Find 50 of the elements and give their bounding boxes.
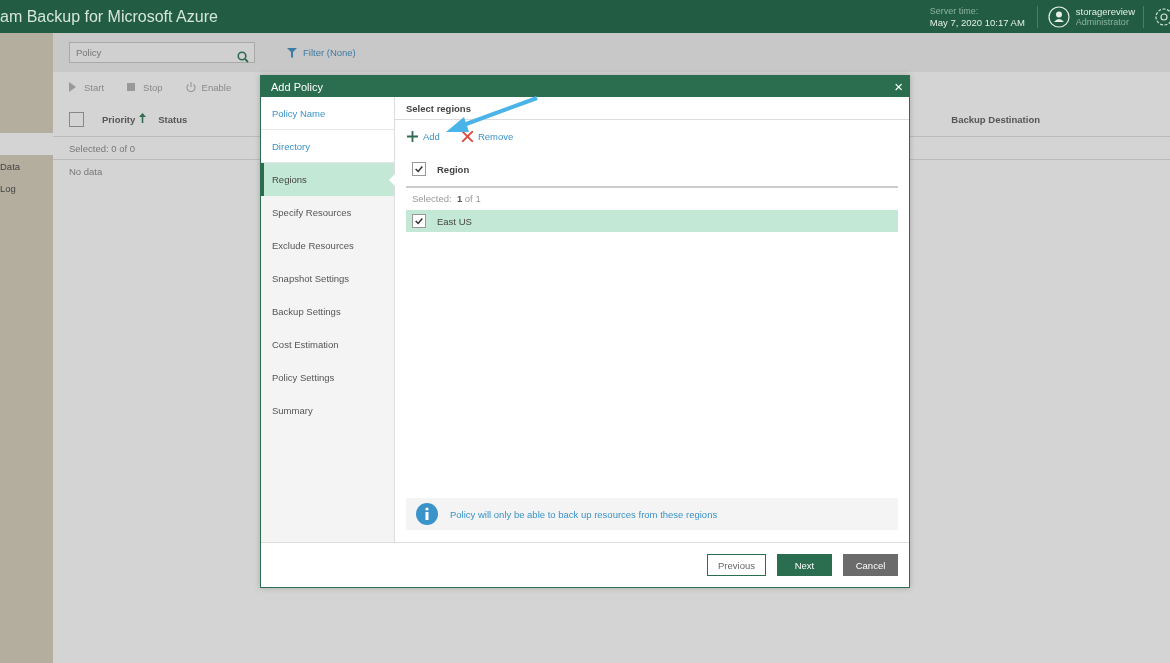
previous-button[interactable]: Previous <box>707 554 766 576</box>
wizard-step[interactable]: Specify Resources <box>261 196 394 229</box>
funnel-icon <box>287 47 297 58</box>
wizard-step[interactable]: Snapshot Settings <box>261 262 394 295</box>
wizard-step[interactable]: Backup Settings <box>261 295 394 328</box>
sort-arrow-icon <box>139 113 147 123</box>
cancel-button[interactable]: Cancel <box>843 554 898 576</box>
wizard-step[interactable]: Policy Settings <box>261 361 394 394</box>
wizard-step[interactable]: Policy Name <box>261 97 394 130</box>
filter-button[interactable]: Filter (None) <box>287 47 356 58</box>
user-avatar-icon[interactable] <box>1047 5 1070 28</box>
wizard-step[interactable]: Summary <box>261 394 394 427</box>
plus-icon <box>407 130 418 142</box>
next-button[interactable]: Next <box>777 554 832 576</box>
app-title: am Backup for Microsoft Azure <box>0 7 219 26</box>
info-icon <box>416 503 438 525</box>
cross-icon <box>461 130 473 142</box>
check-icon <box>414 216 424 226</box>
search-icon[interactable] <box>237 51 249 63</box>
settings-icon[interactable] <box>1152 5 1170 28</box>
wizard-step[interactable]: Cost Estimation <box>261 328 394 361</box>
checkbox[interactable] <box>69 111 84 127</box>
play-icon <box>67 81 78 93</box>
checkbox[interactable] <box>412 214 426 228</box>
empty-message: No data <box>69 166 103 177</box>
column-header[interactable]: Priority <box>102 113 147 125</box>
close-button[interactable]: × <box>894 79 903 94</box>
selection-count: Selected: 1 of 1 <box>411 192 481 206</box>
section-heading: Select regions <box>395 97 909 120</box>
table-row[interactable]: East US <box>406 210 898 232</box>
column-header[interactable]: Status <box>158 113 188 125</box>
sidebar-item[interactable]: Log <box>0 177 53 199</box>
power-icon <box>184 81 196 93</box>
info-text: Policy will only be able to back up resources from these regions <box>450 508 718 520</box>
search-field[interactable]: Policy <box>69 42 255 63</box>
user-name: storagereview <box>1075 5 1135 17</box>
server-time: May 7, 2020 10:17 AM <box>929 16 1025 28</box>
column-header[interactable]: Backup Destination <box>951 113 1040 125</box>
column-header: Region <box>437 163 470 175</box>
wizard-step[interactable]: Directory <box>261 130 394 163</box>
stop-icon <box>126 81 138 93</box>
wizard-step[interactable]: Exclude Resources <box>261 229 394 262</box>
dialog-title: Add Policy <box>271 80 323 93</box>
check-icon <box>414 164 424 174</box>
server-time-label: Server time: <box>929 5 980 17</box>
region-name: East US <box>437 215 472 227</box>
sidebar-item[interactable]: Data <box>0 155 53 177</box>
user-role: Administrator <box>1075 16 1129 28</box>
wizard-step[interactable]: Regions <box>261 163 394 196</box>
checkbox[interactable] <box>412 162 426 176</box>
